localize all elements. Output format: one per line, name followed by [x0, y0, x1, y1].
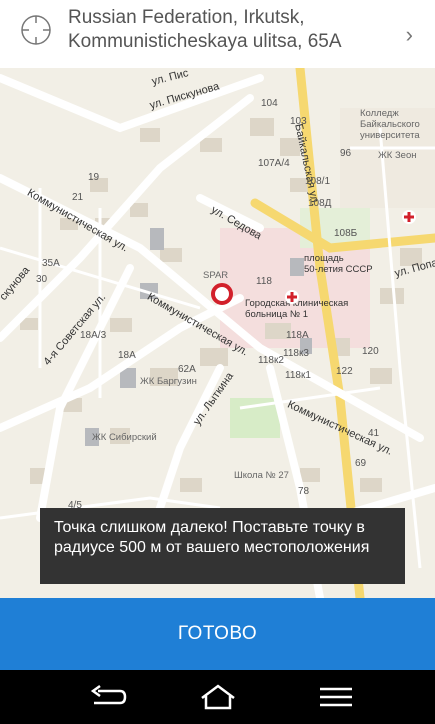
- house-number: 18А/3: [80, 330, 107, 341]
- house-number: 108Д: [308, 198, 332, 209]
- poi-hospital: Городская клиническая больница № 1: [245, 298, 349, 320]
- distance-warning-toast: Точка слишком далеко! Поставьте точку в …: [40, 508, 405, 584]
- house-number: 122: [336, 366, 353, 377]
- house-number: 120: [362, 346, 379, 357]
- poi-zhk-zeon: ЖК Зеон: [378, 150, 417, 161]
- poi-spar: SPAR: [203, 270, 229, 281]
- address-line-1: Russian Federation, Irkutsk,: [68, 7, 305, 28]
- address-text: Russian Federation, Irkutsk, Kommunistic…: [68, 6, 388, 54]
- back-icon[interactable]: [88, 682, 128, 712]
- house-number: 35А: [42, 258, 60, 269]
- poi-barguzin: ЖК Баргузин: [140, 376, 197, 387]
- house-number: 118к2: [258, 355, 284, 366]
- house-number: 30: [36, 274, 48, 285]
- location-crosshair-icon: [21, 15, 51, 45]
- house-number: 103: [290, 116, 307, 127]
- house-number: 118к1: [285, 370, 311, 381]
- address-bar[interactable]: Russian Federation, Irkutsk, Kommunistic…: [0, 0, 435, 68]
- hospital-icon: [285, 290, 299, 304]
- system-navigation-bar: [0, 670, 435, 724]
- poi-sibirsky: ЖК Сибирский: [92, 432, 157, 443]
- done-button-label: ГОТОВО: [177, 623, 258, 644]
- house-number: 118: [256, 276, 272, 287]
- poi-ploshchad: площадь 50-летия СССР: [304, 253, 373, 275]
- hospital-icon: [402, 210, 416, 224]
- house-number: 41: [368, 428, 380, 439]
- poi-college: Колледж Байкальского университета: [360, 108, 420, 141]
- house-number: 18А: [118, 350, 136, 361]
- selected-point-marker-icon[interactable]: [211, 283, 233, 305]
- house-number: 69: [355, 458, 367, 469]
- home-icon[interactable]: [198, 682, 238, 712]
- house-number: 118А: [286, 330, 309, 341]
- house-number: 104: [261, 98, 278, 109]
- house-number: 21: [72, 192, 84, 203]
- address-line-2: Kommunisticheskaya ulitsa, 65A: [68, 31, 342, 52]
- chevron-right-icon[interactable]: ›: [406, 22, 413, 48]
- house-number: 108/1: [305, 176, 331, 187]
- house-number: 107A/4: [258, 158, 290, 169]
- toast-message: Точка слишком далеко! Поставьте точку в …: [54, 519, 370, 556]
- house-number: 19: [88, 172, 100, 183]
- menu-icon[interactable]: [316, 682, 356, 712]
- poi-school: Школа № 27: [234, 470, 289, 481]
- house-number: 118к3: [283, 348, 309, 359]
- house-number: 96: [340, 148, 352, 159]
- house-number: 78: [298, 486, 310, 497]
- done-button[interactable]: ГОТОВО: [0, 598, 435, 670]
- house-number: 62А: [178, 364, 196, 375]
- house-number: 108Б: [334, 228, 358, 239]
